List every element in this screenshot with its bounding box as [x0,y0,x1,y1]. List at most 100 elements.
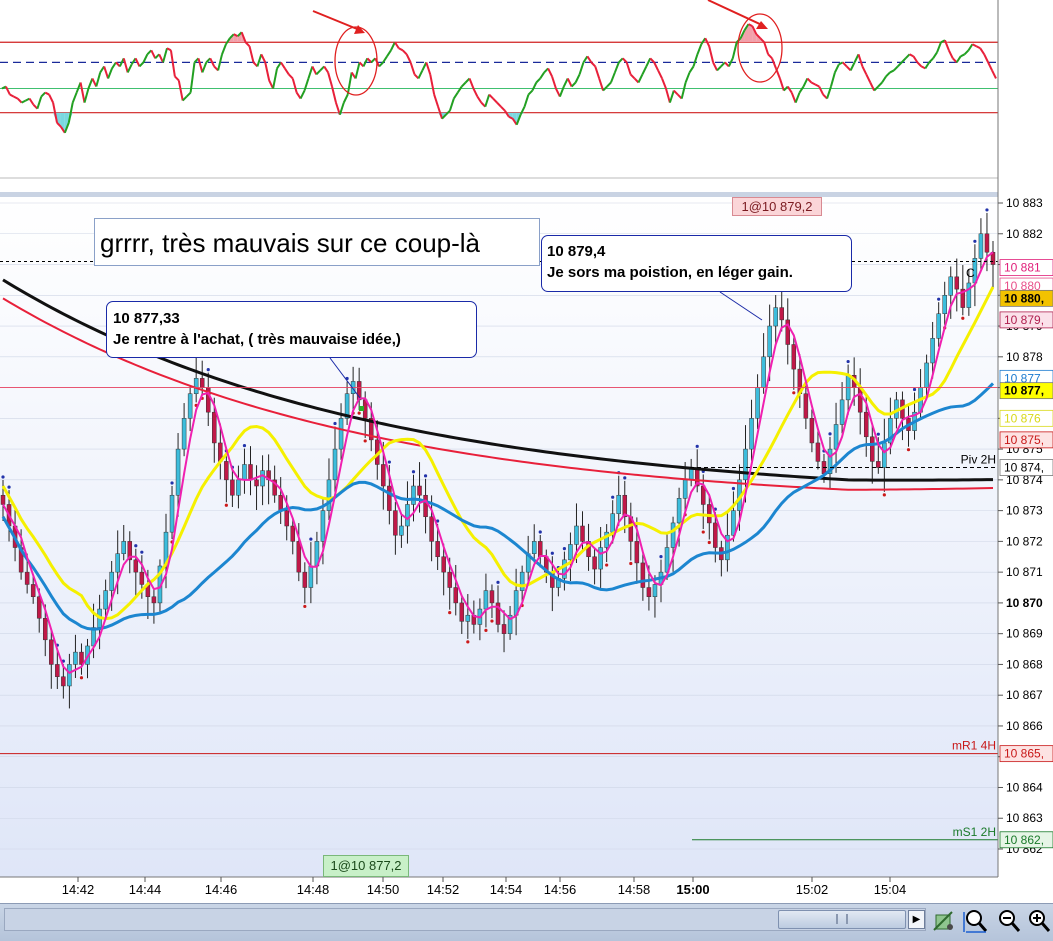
candle-up [948,276,953,296]
price-tick-label: 10 870 [1006,596,1043,610]
time-tick-label: 14:48 [297,882,330,897]
chart-tools-icon[interactable] [930,908,958,934]
candle-down [387,485,392,511]
candle-up [966,282,972,308]
candle-up [676,498,682,524]
candle-high-marker [828,432,832,436]
time-tick-label: 14:50 [367,882,400,897]
trading-chart[interactable]: 90807060504030201052,404 Piv 2HmR1 4HmS1… [0,0,1053,903]
candle-down [634,541,640,564]
candle-up [743,448,748,481]
candle-down [429,516,434,542]
panel-separator[interactable] [0,192,998,197]
scrollbar-grip-icon [836,914,848,924]
price-tick-label: 10 871 [1006,565,1043,579]
exit-callout-text: Je sors ma poistion, en léger gain. [547,264,793,281]
candle-up [652,584,658,598]
zoom-in-icon[interactable] [1026,908,1053,934]
price-tick-label: 10 868 [1006,657,1043,671]
candle-down [459,602,465,622]
price-tick-label: 10 878 [1006,350,1043,364]
candle-up [308,565,314,588]
candle-low-marker [484,628,488,633]
price-tag-label: 10 879, [1004,313,1044,327]
time-tick-label: 15:00 [676,882,709,897]
candle-down [55,664,60,677]
candle-up [682,479,688,499]
trade-comment-title[interactable]: grrrr, très mauvais sur ce coup-là [94,218,540,266]
scroll-right-icon[interactable]: ▶ [908,910,925,929]
candle-up [616,494,621,514]
price-tick-label: 10 869 [1006,627,1043,641]
candle-up [399,525,404,536]
candle-high-marker [170,481,174,485]
candle-high-marker [206,367,210,372]
candle-down [284,510,289,527]
candle-high-marker [659,555,663,559]
candle-up [942,295,947,314]
candle-high-marker [985,208,989,212]
candle-down [538,541,543,558]
candle-low-marker [701,530,705,534]
candle-down [447,571,452,588]
candle-down [580,525,585,542]
candle-high-marker [973,239,977,243]
candle-up [519,571,525,591]
candle-up [610,513,615,533]
candle-down [441,556,446,573]
candle-high-marker [387,460,391,464]
buy-fill-tag[interactable]: 1@10 877,2 [323,855,409,877]
candle-down [24,571,30,585]
candle-down [713,522,718,548]
candle-up [187,393,193,419]
candle-up [115,553,120,573]
time-tick-label: 14:52 [427,882,460,897]
entry-callout[interactable]: 10 877,33 Je rentre à l'achat, ( très ma… [106,301,477,358]
candle-up [326,479,332,511]
candle-down [707,504,712,524]
candle-down [296,541,302,573]
candle-up [73,651,78,665]
candle-low-marker [357,411,361,415]
candle-up [839,399,845,425]
candle-up [465,614,471,622]
candle-high-marker [550,551,554,555]
candle-down [423,494,428,518]
zoom-fit-icon[interactable] [962,908,990,934]
candle-down [278,494,283,511]
candle-up [773,307,778,327]
entry-callout-price: 10 877,33 [113,310,180,327]
candle-up [320,510,326,542]
candle-up [242,464,247,481]
candle-down [212,411,217,444]
candle-up [767,325,772,358]
price-tick-label: 10 863 [1006,811,1043,825]
candle-low-marker [629,561,633,566]
pivot-label: Piv 2H [961,453,996,467]
candle-down [646,587,652,598]
candle-up [562,559,567,579]
candle-down [954,276,960,290]
candle-down [779,307,784,321]
candle-high-marker [134,544,138,548]
time-tick-label: 14:54 [490,882,523,897]
candle-down [381,464,386,487]
exit-callout[interactable]: 10 879,4 Je sors ma poistion, en léger g… [541,235,852,292]
candle-down [417,485,422,496]
candle-up [924,362,929,388]
zoom-out-icon[interactable] [996,908,1024,934]
price-tick-label: 10 864 [1006,780,1043,794]
candle-up [121,541,126,554]
candle-down [393,510,398,536]
sell-fill-tag[interactable]: 1@10 879,2 [732,197,822,216]
candle-up [260,470,265,487]
candle-down [863,411,869,438]
candle-down [248,464,253,481]
candle-down [254,479,259,487]
candle-low-marker [961,316,965,320]
candle-high-marker [333,421,337,426]
time-tick-label: 15:04 [874,882,907,897]
entry-marker[interactable] [359,406,364,411]
price-panel-background [0,197,998,877]
candle-up [338,418,344,450]
